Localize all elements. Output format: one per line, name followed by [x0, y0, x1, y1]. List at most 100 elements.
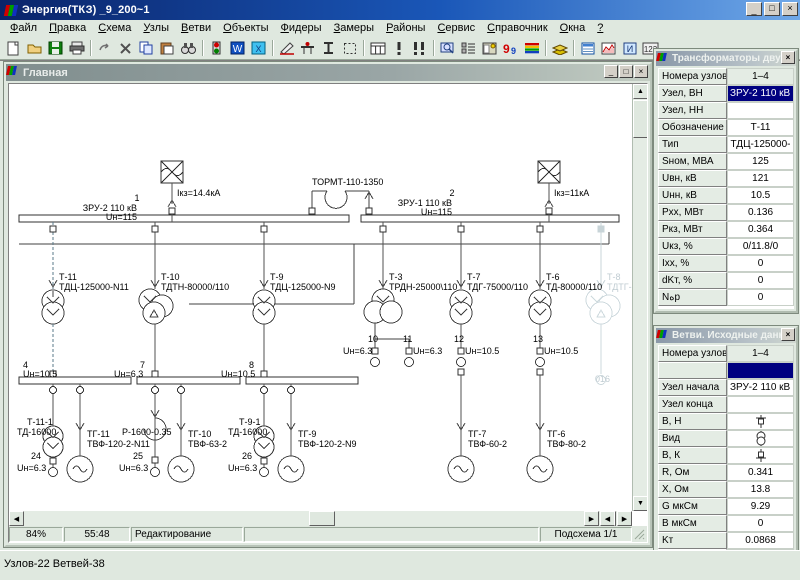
- word-export-icon[interactable]: W: [227, 38, 248, 58]
- transformer-prop-value[interactable]: 10.5: [727, 187, 794, 204]
- branch-prop-value[interactable]: 1–4: [727, 345, 794, 362]
- find-binoculars-icon[interactable]: [178, 38, 199, 58]
- branch-prop-value[interactable]: 9.29: [727, 498, 794, 515]
- excel-export-icon[interactable]: X: [248, 38, 269, 58]
- node-marker-icon[interactable]: [206, 38, 227, 58]
- mdi-minimize-button[interactable]: _: [604, 65, 618, 78]
- branch-prop-icon-branch[interactable]: [727, 430, 794, 447]
- menu-item-10[interactable]: Справочник: [481, 21, 554, 35]
- single-line-diagram[interactable]: 1 ЗРУ-2 110 кВ Uн=115 Iкз=14.4кА 2 ЗРУ-1…: [9, 84, 632, 488]
- scroll-left-button-2[interactable]: ◀: [600, 511, 615, 526]
- transformer-prop-row: Номера узлов 1–4: [658, 68, 794, 85]
- menu-item-5[interactable]: Объекты: [217, 21, 274, 35]
- menu-item-2[interactable]: Схема: [92, 21, 137, 35]
- zoom-window-icon[interactable]: [437, 38, 458, 58]
- delete-cross-icon[interactable]: [115, 38, 136, 58]
- mdi-maximize-button[interactable]: □: [619, 65, 633, 78]
- status-zoom[interactable]: 84%: [9, 526, 63, 542]
- scroll-right-button-2[interactable]: ▶: [617, 511, 632, 526]
- branch-prop-row: Номера узлов 1–4: [658, 345, 794, 362]
- branch-prop-value[interactable]: 0.341: [727, 464, 794, 481]
- copy-icon[interactable]: [136, 38, 157, 58]
- transformer-prop-caption: Ixx, %: [658, 255, 728, 272]
- transformer-prop-value[interactable]: 0.136: [727, 204, 794, 221]
- panel-branches-close-button[interactable]: ×: [781, 328, 795, 341]
- resize-gripper[interactable]: [633, 528, 646, 541]
- transformer-prop-caption: dKт, %: [658, 272, 728, 289]
- close-button[interactable]: ×: [782, 2, 798, 16]
- transformer-prop-value[interactable]: 0: [727, 272, 794, 289]
- transformer-prop-value[interactable]: [727, 102, 794, 119]
- restore-button[interactable]: □: [764, 2, 780, 16]
- transformer-prop-value[interactable]: 121: [727, 170, 794, 187]
- info-box-icon[interactable]: И: [619, 38, 640, 58]
- menu-item-11[interactable]: Окна: [554, 21, 592, 35]
- tg9-type: ТВФ-120-2-N9: [298, 439, 357, 449]
- branch-prop-value[interactable]: 0.0868: [727, 532, 794, 549]
- save-disk-icon[interactable]: [45, 38, 66, 58]
- table-grid-icon[interactable]: [367, 38, 388, 58]
- panel-branches: Ветви. Исходные данн... × Номера узлов 1–…: [654, 326, 798, 580]
- branch-prop-icon-switch-top[interactable]: [727, 413, 794, 430]
- branch-prop-value[interactable]: ЗРУ-2 110 кВ: [726, 379, 794, 396]
- branch-prop-icon-switch-bot[interactable]: [727, 447, 794, 464]
- scroll-down-button[interactable]: ▼: [633, 496, 647, 511]
- menu-item-6[interactable]: Фидеры: [275, 21, 328, 35]
- transformer-prop-value[interactable]: 0: [727, 289, 794, 306]
- transformer-prop-value[interactable]: 1–4: [727, 68, 794, 85]
- transformer-prop-value[interactable]: Т-11: [727, 119, 794, 136]
- menu-item-12[interactable]: ?: [591, 21, 609, 35]
- paste-icon[interactable]: [157, 38, 178, 58]
- print-icon[interactable]: [66, 38, 87, 58]
- transformers-property-grid[interactable]: Номера узлов 1–4 Узел, ВН ЗРУ-2 110 кВ Узел,…: [658, 68, 794, 309]
- numbers-99-icon[interactable]: 99: [500, 38, 521, 58]
- branch-prop-value[interactable]: 0: [727, 515, 794, 532]
- scroll-right-button[interactable]: ▶: [584, 511, 599, 526]
- horizontal-scroll-thumb[interactable]: [309, 511, 335, 526]
- exclaim-icon[interactable]: [388, 38, 409, 58]
- double-exclaim-icon[interactable]: [409, 38, 430, 58]
- transformer-prop-value[interactable]: ЗРУ-2 110 кВ: [726, 85, 794, 102]
- menu-item-8[interactable]: Районы: [380, 21, 431, 35]
- graph-chart-icon[interactable]: [598, 38, 619, 58]
- app-icon: [6, 66, 20, 79]
- report-icon[interactable]: [577, 38, 598, 58]
- properties-icon[interactable]: [479, 38, 500, 58]
- menu-item-0[interactable]: Файл: [4, 21, 43, 35]
- scroll-left-button[interactable]: ◀: [9, 511, 24, 526]
- panel-transformers-close-button[interactable]: ×: [781, 51, 795, 64]
- menu-item-4[interactable]: Ветви: [175, 21, 217, 35]
- minimize-button[interactable]: _: [746, 2, 762, 16]
- new-file-icon[interactable]: [3, 38, 24, 58]
- branches-property-grid[interactable]: Номера узлов 1–4 Узел начала ЗРУ-2 110 кВ Уз…: [658, 345, 794, 580]
- menu-item-3[interactable]: Узлы: [137, 21, 175, 35]
- select-rect-icon[interactable]: [339, 38, 360, 58]
- transformer-prop-value[interactable]: 125: [727, 153, 794, 170]
- transformer-prop-value[interactable]: ТДЦ-125000-: [727, 136, 794, 153]
- open-folder-icon[interactable]: [24, 38, 45, 58]
- transformer-prop-row: Тип ТДЦ-125000-: [658, 136, 794, 153]
- menu-item-7[interactable]: Замеры: [328, 21, 380, 35]
- scheme-canvas[interactable]: 1 ЗРУ-2 110 кВ Uн=115 Iкз=14.4кА 2 ЗРУ-1…: [9, 84, 632, 511]
- bench-icon[interactable]: [297, 38, 318, 58]
- vertical-scroll-thumb[interactable]: [633, 100, 647, 138]
- list-indent-icon[interactable]: [458, 38, 479, 58]
- branch-prop-value[interactable]: [727, 396, 794, 413]
- pencil-draw-icon[interactable]: [276, 38, 297, 58]
- menu-item-1[interactable]: Правка: [43, 21, 92, 35]
- menu-item-9[interactable]: Сервис: [431, 21, 481, 35]
- transformer-prop-value[interactable]: 0/11.8/0: [727, 238, 794, 255]
- transformer-prop-value[interactable]: 0: [727, 255, 794, 272]
- transformer-prop-value[interactable]: 0.364: [727, 221, 794, 238]
- branch-prop-value[interactable]: 13.8: [727, 481, 794, 498]
- books-icon[interactable]: [549, 38, 570, 58]
- color-bands-icon[interactable]: [521, 38, 542, 58]
- branch-prop-value[interactable]: [727, 362, 794, 379]
- canvas-vertical-scrollbar[interactable]: ▲ ▼: [632, 84, 647, 511]
- undo-arrow-icon[interactable]: [94, 38, 115, 58]
- scroll-up-button[interactable]: ▲: [633, 84, 647, 99]
- menu-bar: Файл Правка Схема Узлы Ветви Объекты Фидеры Зам…: [0, 20, 800, 37]
- canvas-horizontal-scrollbar[interactable]: ◀ ▶ ◀ ▶: [9, 511, 632, 526]
- mdi-close-button[interactable]: ×: [634, 65, 648, 78]
- text-tool-icon[interactable]: [318, 38, 339, 58]
